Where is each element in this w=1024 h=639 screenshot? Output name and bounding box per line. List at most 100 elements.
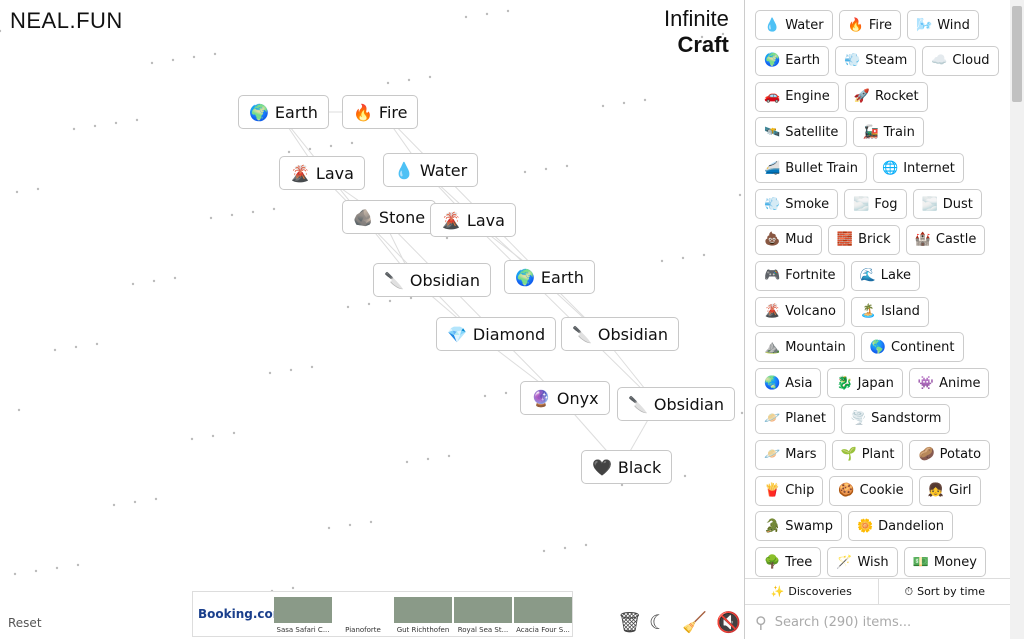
sidebar-item-engine[interactable]: 🚗 Engine — [755, 81, 839, 112]
background-dot — [464, 15, 468, 19]
background-dot — [542, 549, 546, 553]
ad-hotel[interactable]: Sasa Safari C... — [273, 591, 333, 637]
item-icon: 🍟 — [764, 483, 781, 499]
background-dot — [738, 193, 742, 197]
sidebar-item-satellite[interactable]: 🛰️ Satellite — [755, 117, 848, 148]
canvas-element-obsidian[interactable]: 🔪 Obsidian — [373, 263, 491, 297]
sidebar-item-wish[interactable]: 🪄 Wish — [827, 547, 898, 578]
element-icon: 🔥 — [353, 102, 373, 122]
sidebar-item-girl[interactable]: 👧 Girl — [918, 475, 981, 506]
sidebar-item-bullet-train[interactable]: 🚄 Bullet Train — [755, 153, 867, 184]
sidebar-item-fire[interactable]: 🔥 Fire — [838, 10, 902, 40]
ad-hotel[interactable]: Gut Richthofen — [393, 591, 453, 637]
element-icon: 🪨 — [353, 207, 373, 227]
sidebar-item-smoke[interactable]: 💨 Smoke — [755, 189, 839, 220]
background-dot — [702, 253, 706, 257]
sidebar-item-potato[interactable]: 🥔 Potato — [909, 439, 991, 470]
sidebar-item-japan[interactable]: 🐉 Japan — [827, 368, 903, 399]
sidebar-item-cookie[interactable]: 🍪 Cookie — [829, 475, 913, 506]
sidebar-item-brick[interactable]: 🧱 Brick — [827, 224, 900, 255]
sidebar-item-continent[interactable]: 🌎 Continent — [860, 332, 964, 363]
background-dot — [131, 282, 135, 286]
neal-fun-logo[interactable]: NEAL.FUN — [10, 8, 123, 34]
canvas-element-black[interactable]: 🖤 Black — [581, 450, 673, 484]
sidebar-item-money[interactable]: 💵 Money — [903, 547, 986, 578]
advertisement[interactable]: Booking.com Sasa Safari C... Pianoforte Gu… — [192, 591, 573, 637]
item-icon: 🚀 — [853, 89, 870, 105]
sidebar-item-castle[interactable]: 🏰 Castle — [905, 224, 986, 255]
item-icon: 🌱 — [840, 447, 857, 463]
sidebar-item-mud[interactable]: 💩 Mud — [755, 224, 822, 255]
sidebar-item-fog[interactable]: 🌫️ Fog — [844, 189, 907, 220]
background-dot — [367, 302, 371, 306]
trash-icon[interactable]: 🗑 — [617, 610, 642, 634]
sidebar-item-swamp[interactable]: 🐊 Swamp — [755, 511, 842, 542]
item-icon: 🏝️ — [859, 304, 877, 319]
sidebar-item-steam[interactable]: 💨 Steam — [835, 45, 917, 76]
search-input[interactable]: ⚲ Search (290) items... — [745, 605, 1011, 639]
background-dot — [291, 586, 295, 590]
sidebar-item-mars[interactable]: 🪐 Mars — [755, 439, 826, 470]
canvas-element-fire[interactable]: 🔥 Fire — [342, 95, 419, 129]
ad-hotel[interactable]: Pianoforte — [333, 591, 393, 637]
background-dot — [643, 98, 647, 102]
sidebar-item-rocket[interactable]: 🚀 Rocket — [844, 81, 928, 112]
background-dot — [0, 29, 2, 33]
scrollbar[interactable] — [1010, 0, 1024, 639]
element-icon: 💎 — [447, 324, 467, 344]
sidebar-item-earth[interactable]: 🌍 Earth — [755, 45, 830, 76]
sidebar-item-water[interactable]: 💧 Water — [755, 10, 833, 40]
connection-line — [277, 111, 414, 281]
sidebar-item-asia[interactable]: 🌏 Asia — [755, 368, 822, 399]
sidebar-item-wind[interactable]: 🌬️ Wind — [907, 10, 979, 40]
sidebar-item-train[interactable]: 🚂 Train — [853, 117, 924, 148]
mute-icon[interactable]: 🔇 — [716, 610, 741, 634]
canvas-element-obsidian[interactable]: 🔪 Obsidian — [561, 317, 679, 351]
item-icon: 🎮 — [764, 268, 781, 284]
canvas-element-onyx[interactable]: 🔮 Onyx — [520, 381, 610, 415]
sidebar-item-sandstorm[interactable]: 🌪️ Sandstorm — [840, 403, 951, 434]
canvas-element-diamond[interactable]: 💎 Diamond — [436, 317, 557, 351]
sidebar-item-island[interactable]: 🏝️ Island — [850, 296, 929, 327]
crafting-canvas[interactable]: NEAL.FUN Infinite Craft 🌍 Earth 🔥 Fire 🌋 Lava 💧… — [0, 0, 744, 639]
broom-icon[interactable]: 🧹 — [682, 610, 707, 634]
item-icon: 🌫️ — [853, 196, 870, 212]
item-icon: 🌼 — [856, 518, 874, 534]
canvas-element-lava[interactable]: 🌋 Lava — [279, 156, 365, 190]
moon-icon[interactable]: ☾ — [649, 610, 667, 634]
item-icon: 💵 — [912, 554, 929, 570]
sort-by-time-button[interactable]: ⏱ Sort by time — [877, 579, 1012, 604]
background-dot — [447, 454, 451, 458]
sidebar-item-cloud[interactable]: ☁️ Cloud — [922, 45, 999, 76]
canvas-element-stone[interactable]: 🪨 Stone — [342, 200, 437, 234]
ad-hotel[interactable]: Royal Sea St... — [453, 591, 513, 637]
sidebar-item-dandelion[interactable]: 🌼 Dandelion — [847, 511, 954, 542]
sidebar-item-fortnite[interactable]: 🎮 Fortnite — [755, 260, 845, 291]
background-dot — [152, 279, 156, 283]
canvas-element-lava[interactable]: 🌋 Lava — [430, 203, 516, 237]
ad-hotel[interactable]: Acacia Four S... — [513, 591, 573, 637]
item-icon: 🌊 — [859, 268, 876, 284]
canvas-element-water[interactable]: 💧 Water — [383, 153, 479, 187]
canvas-element-earth[interactable]: 🌍 Earth — [504, 260, 595, 294]
sidebar-item-tree[interactable]: 🌳 Tree — [755, 547, 822, 578]
sidebar-item-lake[interactable]: 🌊 Lake — [850, 260, 921, 291]
sidebar-item-planet[interactable]: 🪐 Planet — [755, 403, 835, 434]
sidebar-item-mountain[interactable]: ⛰️ Mountain — [755, 332, 855, 363]
sidebar-item-volcano[interactable]: 🌋 Volcano — [755, 296, 845, 327]
discoveries-tab[interactable]: ✨ Discoveries — [745, 579, 878, 604]
sidebar-item-chip[interactable]: 🍟 Chip — [755, 475, 824, 506]
search-icon: ⚲ — [755, 612, 767, 632]
background-dot — [483, 394, 487, 398]
canvas-element-obsidian[interactable]: 🔪 Obsidian — [617, 387, 735, 421]
background-dot — [426, 457, 430, 461]
canvas-element-earth[interactable]: 🌍 Earth — [238, 95, 329, 129]
item-icon: 🏰 — [914, 232, 931, 248]
item-icon: 🌫️ — [921, 196, 938, 212]
sidebar-item-plant[interactable]: 🌱 Plant — [831, 439, 904, 470]
sidebar-item-dust[interactable]: 🌫️ Dust — [912, 189, 982, 220]
background-dot — [405, 460, 409, 464]
sidebar-item-internet[interactable]: 🌐 Internet — [873, 153, 964, 184]
sidebar-item-anime[interactable]: 👾 Anime — [908, 368, 990, 399]
reset-button[interactable]: Reset — [8, 616, 42, 630]
